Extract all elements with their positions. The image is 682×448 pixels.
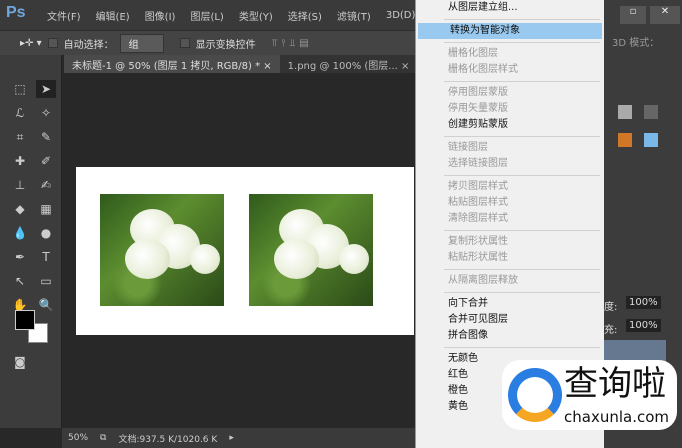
- align-icons[interactable]: ⫪⫯⫫▤: [272, 38, 313, 49]
- context-menu-item: 链接图层: [448, 142, 488, 153]
- pen-tool-icon[interactable]: ✒: [10, 248, 30, 266]
- context-menu-item: 粘贴图层样式: [448, 197, 508, 208]
- opacity-input[interactable]: 100%: [626, 296, 661, 309]
- style-swatch[interactable]: [644, 133, 658, 147]
- menu-separator: [416, 172, 604, 179]
- auto-select-label: 自动选择：: [63, 39, 114, 51]
- menu-select[interactable]: 选择(S): [288, 8, 322, 23]
- flower-image-right: [249, 194, 373, 306]
- status-bar: 50% ⧉ 文档:937.5 K/1020.6 K ▸: [62, 428, 418, 448]
- type-tool-icon[interactable]: T: [36, 248, 56, 266]
- context-menu-item: 从隔离图层释放: [448, 275, 518, 286]
- opacity-label: 度:: [604, 302, 618, 313]
- menu-separator: [416, 78, 604, 85]
- context-menu-item: 停用矢量蒙版: [448, 103, 508, 114]
- menu-file[interactable]: 文件(F): [47, 8, 81, 23]
- close-icon[interactable]: ×: [401, 61, 409, 72]
- export-icon[interactable]: ⧉: [100, 433, 106, 443]
- menu-separator: [416, 344, 604, 351]
- watermark-url: chaxunla.com: [564, 408, 669, 426]
- menu-image[interactable]: 图像(I): [145, 8, 176, 23]
- magic-wand-icon[interactable]: ✧: [36, 104, 56, 122]
- context-menu-item: 清除图层样式: [448, 213, 508, 224]
- show-transform-checkbox[interactable]: [179, 38, 190, 48]
- menu-separator: [416, 289, 604, 296]
- show-transform-label: 显示变换控件: [195, 39, 256, 51]
- menu-separator: [416, 227, 604, 234]
- context-menu-item: 选择链接图层: [448, 158, 508, 169]
- style-swatch[interactable]: [644, 105, 658, 119]
- stamp-tool-icon[interactable]: ⊥: [10, 176, 30, 194]
- watermark: 查询啦 chaxunla.com: [502, 360, 677, 430]
- tab-label: 1.png @ 100% (图层...: [287, 61, 398, 72]
- watermark-title: 查询啦: [564, 364, 666, 404]
- auto-select-dropdown[interactable]: 组: [119, 33, 164, 53]
- context-menu-item[interactable]: 转换为智能对象: [418, 23, 602, 39]
- context-menu-item: 栅格化图层: [448, 48, 498, 59]
- document-tabs: 未标题-1 @ 50% (图层 1 拷贝, RGB/8) * × 1.png @…: [64, 55, 418, 73]
- toolbox: ⬚ ➤ ℒ ✧ ⌗ ✎ ✚ ✐ ⊥ ✍ ◆ ▦ 💧 ● ✒ T ↖ ▭ ✋ 🔍 …: [0, 55, 62, 428]
- close-window-button[interactable]: ✕: [650, 6, 680, 24]
- shape-tool-icon[interactable]: ▭: [36, 272, 56, 290]
- document-size: 文档:937.5 K/1020.6 K: [118, 434, 218, 445]
- document-canvas[interactable]: [76, 167, 414, 335]
- zoom-tool-icon[interactable]: 🔍: [36, 296, 56, 314]
- context-menu-item[interactable]: 合并可见图层: [416, 312, 604, 328]
- move-tool-icon[interactable]: ▸✛ ▾: [20, 38, 42, 49]
- zoom-level[interactable]: 50%: [68, 433, 88, 443]
- healing-brush-icon[interactable]: ✚: [10, 152, 30, 170]
- path-select-icon[interactable]: ↖: [10, 272, 30, 290]
- context-menu-item: 栅格化图层样式: [448, 64, 518, 75]
- menu-edit[interactable]: 编辑(E): [96, 8, 130, 23]
- eyedropper-icon[interactable]: ✎: [36, 128, 56, 146]
- tab-untitled-1[interactable]: 未标题-1 @ 50% (图层 1 拷贝, RGB/8) * ×: [64, 55, 280, 73]
- menu-separator: [416, 39, 604, 46]
- fill-label: 充:: [604, 325, 618, 336]
- menu-type[interactable]: 类型(Y): [239, 8, 273, 23]
- context-menu-item: 停用图层蒙版: [448, 87, 508, 98]
- gradient-tool-icon[interactable]: ▦: [36, 200, 56, 218]
- style-swatch[interactable]: [618, 105, 632, 119]
- blur-tool-icon[interactable]: 💧: [10, 224, 30, 242]
- context-menu-item: 拷贝图层样式: [448, 181, 508, 192]
- menu-layer[interactable]: 图层(L): [190, 8, 223, 23]
- 3d-mode-label: 3D 模式：: [612, 38, 660, 49]
- lasso-tool-icon[interactable]: ℒ: [10, 104, 30, 122]
- context-menu-item: 粘贴形状属性: [448, 252, 508, 263]
- move-tool-icon[interactable]: ➤: [36, 80, 56, 98]
- watermark-logo-icon: [508, 368, 562, 422]
- tab-label: 未标题-1 @ 50% (图层 1 拷贝, RGB/8) *: [72, 61, 261, 72]
- menu-filter[interactable]: 滤镜(T): [337, 8, 371, 23]
- restore-window-button[interactable]: ▫: [620, 6, 646, 24]
- eraser-icon[interactable]: ◆: [10, 200, 30, 218]
- context-menu-item[interactable]: 创建剪贴蒙版: [416, 117, 604, 133]
- dodge-tool-icon[interactable]: ●: [36, 224, 56, 242]
- auto-select-checkbox[interactable]: [47, 38, 58, 48]
- menu-separator: [416, 133, 604, 140]
- menu-3d[interactable]: 3D(D): [386, 10, 416, 21]
- foreground-color-swatch[interactable]: [15, 310, 35, 330]
- arrow-right-icon[interactable]: ▸: [229, 433, 234, 443]
- marquee-tool-icon[interactable]: ⬚: [10, 80, 30, 98]
- close-icon[interactable]: ×: [263, 61, 271, 72]
- photoshop-logo: Ps: [6, 4, 26, 21]
- menu-separator: [416, 266, 604, 273]
- menu-separator: [416, 16, 604, 23]
- brush-tool-icon[interactable]: ✐: [36, 152, 56, 170]
- context-menu-item: 复制形状属性: [448, 236, 508, 247]
- fill-input[interactable]: 100%: [626, 319, 661, 332]
- crop-tool-icon[interactable]: ⌗: [10, 128, 30, 146]
- quick-mask-icon[interactable]: ◙: [10, 353, 30, 371]
- context-menu-item[interactable]: 拼合图像: [416, 328, 604, 344]
- flower-image-left: [100, 194, 224, 306]
- context-menu-item[interactable]: 从图层建立组...: [416, 0, 604, 16]
- style-swatch[interactable]: [618, 133, 632, 147]
- context-menu-item[interactable]: 向下合并: [416, 296, 604, 312]
- tab-1-png[interactable]: 1.png @ 100% (图层... ×: [280, 55, 418, 73]
- history-brush-icon[interactable]: ✍: [36, 176, 56, 194]
